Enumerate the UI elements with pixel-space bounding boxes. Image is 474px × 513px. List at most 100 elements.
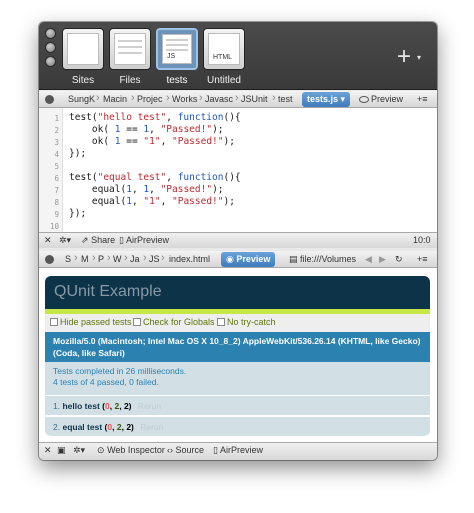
- path-crumb[interactable]: test: [278, 94, 293, 104]
- path-crumb[interactable]: M: [81, 254, 89, 264]
- checkbox-label: Check for Globals: [143, 317, 215, 327]
- path-crumb[interactable]: W: [113, 254, 122, 264]
- path-separator-icon: ›: [143, 252, 147, 264]
- coda-window: Sites Files JS tests HTML Untitled + ▾ S…: [39, 22, 437, 460]
- share-button[interactable]: ⇗ Share: [81, 235, 115, 246]
- source-label: Source: [175, 445, 205, 455]
- thumb-line: [166, 39, 188, 41]
- gear-icon[interactable]: ✲▾: [73, 445, 85, 456]
- project-label-files: Files: [119, 75, 141, 86]
- back-icon[interactable]: ◀: [365, 254, 372, 265]
- checkbox-label: Hide passed tests: [60, 317, 132, 327]
- inspector-label: Web Inspector: [107, 445, 165, 455]
- preview-button[interactable]: Preview: [359, 94, 403, 104]
- active-file-name[interactable]: index.html: [169, 254, 210, 264]
- console-icon[interactable]: ▣: [57, 445, 66, 456]
- line-gutter: 1 2 3 4 5 6 7 8 9 10: [39, 108, 63, 232]
- line-number: 2: [54, 126, 59, 135]
- url-field[interactable]: ▤ file:///Volumes: [289, 254, 356, 265]
- test-summary: Tests completed in 26 milliseconds. 4 te…: [45, 362, 430, 396]
- path-separator-icon: ›: [124, 252, 128, 264]
- project-thumb-untitled[interactable]: HTML: [203, 28, 245, 70]
- test-row[interactable]: 1. hello test (0, 2, 2) Rerun: [45, 396, 430, 416]
- rerun-link[interactable]: Rerun: [138, 401, 161, 411]
- checkbox-label: No try-catch: [227, 317, 276, 327]
- project-thumb-tests[interactable]: JS: [156, 28, 198, 70]
- forward-icon[interactable]: ▶: [379, 254, 386, 265]
- check-globals-checkbox[interactable]: Check for Globals: [133, 317, 215, 327]
- preview-status-bar: ✕ ▣ ✲▾ ⊙ Web Inspector ‹› Source ▯ AirPr…: [39, 442, 437, 460]
- site-menu-icon[interactable]: [45, 255, 54, 264]
- path-separator-icon: ›: [272, 92, 276, 104]
- inspector-icon: ⊙: [97, 445, 105, 455]
- close-icon[interactable]: ✕: [44, 235, 52, 246]
- path-crumb[interactable]: JS: [149, 254, 160, 264]
- path-crumb[interactable]: Macin: [103, 94, 127, 104]
- site-menu-icon[interactable]: [45, 95, 54, 104]
- web-inspector-button[interactable]: ⊙ Web Inspector: [97, 445, 165, 456]
- path-crumb[interactable]: Works: [172, 94, 197, 104]
- airpreview-label: AirPreview: [219, 445, 263, 455]
- active-file-tab[interactable]: tests.js ▾: [302, 92, 351, 107]
- thumb-preview: [114, 33, 146, 65]
- path-crumb[interactable]: P: [98, 254, 104, 264]
- thumb-line: [166, 44, 188, 46]
- source-button[interactable]: ‹› Source: [167, 445, 204, 455]
- airpreview-button[interactable]: ▯ AirPreview: [213, 445, 263, 456]
- path-separator-icon: ›: [161, 252, 165, 264]
- code-line-8: equal(1, "1", "Passed!");: [69, 196, 235, 207]
- split-view-button[interactable]: +≡: [417, 94, 428, 104]
- project-thumb-files[interactable]: [109, 28, 151, 70]
- path-crumb[interactable]: SungK: [68, 94, 95, 104]
- zoom-window-button[interactable]: [45, 56, 56, 67]
- code-editor[interactable]: 1 2 3 4 5 6 7 8 9 10 test("hello test", …: [39, 108, 437, 232]
- airpreview-label: AirPreview: [125, 235, 169, 245]
- test-name: hello test: [62, 401, 100, 411]
- minimize-window-button[interactable]: [45, 42, 56, 53]
- checkbox-icon: [217, 318, 225, 326]
- no-try-catch-checkbox[interactable]: No try-catch: [217, 317, 276, 327]
- chevron-down-icon[interactable]: ▾: [417, 53, 421, 62]
- test-row[interactable]: 2. equal test (0, 2, 2) Rerun: [45, 417, 430, 437]
- split-view-button[interactable]: +≡: [417, 254, 428, 264]
- path-separator-icon: ›: [96, 92, 100, 104]
- editor-status-bar: ✕ ✲▾ ⇗ Share ▯ AirPreview 10:0: [39, 232, 437, 248]
- path-crumb[interactable]: Javasc: [205, 94, 233, 104]
- line-number: 10: [49, 222, 59, 231]
- qunit-toolbar: Hide passed tests Check for Globals No t…: [45, 314, 430, 332]
- reload-icon[interactable]: ↻: [395, 254, 403, 265]
- document-icon: ▤: [289, 254, 301, 264]
- thumb-line: [166, 49, 188, 51]
- code-line-2: ok( 1 == 1, "Passed!");: [69, 124, 224, 135]
- path-crumb[interactable]: Ja: [130, 254, 140, 264]
- code-line-9: });: [69, 208, 87, 219]
- code-line-1: test("hello test", function(){: [69, 112, 241, 123]
- path-crumb[interactable]: JSUnit: [241, 94, 268, 104]
- airpreview-button[interactable]: ▯ AirPreview: [119, 235, 169, 246]
- path-separator-icon: ›: [74, 252, 78, 264]
- line-number: 6: [54, 174, 59, 183]
- add-tab-icon[interactable]: +: [397, 45, 411, 69]
- page-title[interactable]: QUnit Example: [54, 283, 162, 301]
- close-icon[interactable]: ✕: [44, 445, 52, 456]
- preview-label: Preview: [371, 94, 404, 104]
- line-number: 8: [54, 198, 59, 207]
- code-line-3: ok( 1 == "1", "Passed!");: [69, 136, 235, 147]
- rerun-link[interactable]: Rerun: [140, 422, 163, 432]
- project-label-sites: Sites: [71, 75, 95, 86]
- preview-tab[interactable]: ◉ Preview: [221, 252, 276, 267]
- path-crumb[interactable]: Projec: [137, 94, 163, 104]
- eye-icon: [359, 96, 369, 103]
- project-thumb-sites[interactable]: [62, 28, 104, 70]
- hide-passed-checkbox[interactable]: Hide passed tests: [50, 317, 132, 327]
- close-window-button[interactable]: [45, 28, 56, 39]
- device-icon: ▯: [213, 445, 218, 455]
- path-crumb[interactable]: S: [65, 254, 71, 264]
- line-number: 5: [54, 162, 59, 171]
- eye-icon: ◉: [226, 254, 237, 264]
- gear-icon[interactable]: ✲▾: [59, 235, 71, 246]
- code-line-4: });: [69, 148, 87, 159]
- share-icon: ⇗: [81, 235, 89, 245]
- device-icon: ▯: [119, 235, 124, 245]
- thumb-line: [118, 40, 142, 42]
